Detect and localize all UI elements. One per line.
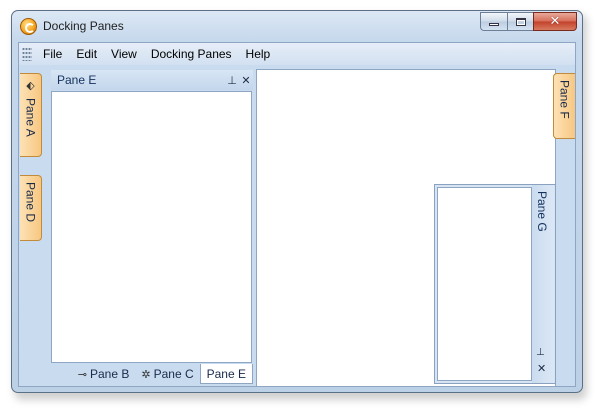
auto-hide-tab-label: Pane A — [23, 98, 38, 137]
tab-label: Pane B — [90, 367, 130, 381]
caption-buttons: ✕ — [480, 12, 577, 31]
tab-pane-b[interactable]: ⊸ Pane B — [72, 364, 136, 384]
tab-label: Pane C — [153, 367, 194, 381]
pane-g-floating: Pane G ⊥ ✕ — [434, 184, 556, 384]
minimize-button[interactable] — [480, 12, 507, 31]
auto-hide-tab-pane-d[interactable]: Pane D — [20, 175, 42, 241]
minimize-icon — [489, 23, 499, 26]
app-icon[interactable] — [20, 18, 37, 35]
auto-hide-tab-label: Pane F — [557, 80, 572, 119]
menu-file[interactable]: File — [36, 43, 69, 65]
tab-pane-c[interactable]: ✲ Pane C — [135, 364, 199, 384]
title-bar[interactable]: Docking Panes ✕ — [12, 11, 582, 41]
tab-pane-e[interactable]: Pane E — [199, 364, 253, 384]
menu-edit[interactable]: Edit — [69, 43, 104, 65]
menu-view[interactable]: View — [104, 43, 144, 65]
tab-label: Pane E — [206, 366, 246, 381]
pane-g-caption[interactable]: Pane G ⊥ ✕ — [532, 185, 554, 383]
app-window: Docking Panes ✕ File Edit View Docking P… — [11, 10, 583, 393]
auto-hide-tab-label: Pane D — [23, 182, 38, 223]
right-auto-hide-strip: Pane F — [553, 67, 575, 387]
pin-icon[interactable]: ⊥ — [225, 74, 239, 87]
pane-g-title: Pane G — [535, 191, 549, 232]
menu-bar: File Edit View Docking Panes Help — [19, 43, 575, 65]
pane-g-content[interactable] — [437, 187, 532, 381]
pane-e-title: Pane E — [57, 73, 97, 87]
maximize-button[interactable] — [507, 12, 533, 31]
key-icon: ⊸ — [77, 367, 87, 381]
left-auto-hide-strip: ⬖ Pane A Pane D — [19, 67, 45, 387]
pane-e-content[interactable] — [51, 91, 252, 363]
window-title: Docking Panes — [43, 19, 124, 33]
pane-e: Pane E ⊥ ✕ ⊸ Pane B ✲ Pane C Pane E — [51, 70, 253, 386]
close-icon: ✕ — [549, 14, 561, 29]
close-button[interactable]: ✕ — [533, 12, 577, 31]
pin-icon[interactable]: ⊥ — [536, 347, 545, 358]
pane-e-header[interactable]: Pane E ⊥ ✕ — [51, 70, 253, 90]
auto-hide-tab-pane-f[interactable]: Pane F — [553, 73, 575, 139]
pane-a-icon: ⬖ — [26, 79, 35, 92]
maximize-icon — [515, 17, 526, 26]
document-area[interactable]: Pane G ⊥ ✕ — [256, 69, 556, 387]
pane-tab-strip: ⊸ Pane B ✲ Pane C Pane E — [51, 364, 253, 384]
client-area: File Edit View Docking Panes Help ⬖ Pane… — [18, 42, 576, 387]
menu-docking-panes[interactable]: Docking Panes — [144, 43, 239, 65]
menu-help[interactable]: Help — [239, 43, 278, 65]
toolbar-grip-icon[interactable] — [22, 47, 32, 61]
gears-icon: ✲ — [141, 367, 151, 381]
close-icon[interactable]: ✕ — [239, 74, 253, 87]
auto-hide-tab-pane-a[interactable]: ⬖ Pane A — [20, 73, 42, 157]
close-icon[interactable]: ✕ — [537, 362, 546, 375]
